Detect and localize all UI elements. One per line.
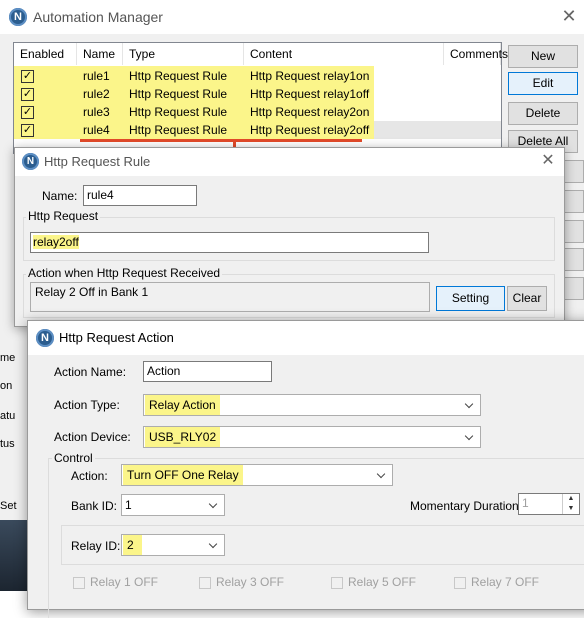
- row-name: rule1: [83, 69, 110, 83]
- close-icon[interactable]: ✕: [558, 5, 580, 27]
- action-name-input[interactable]: Action: [143, 361, 272, 382]
- table-row[interactable]: ✓ rule3 Http Request Rule Http Request r…: [14, 103, 501, 121]
- annotation-underline: [80, 139, 362, 142]
- control-group-label: Control: [52, 451, 95, 465]
- action-value: Turn OFF One Relay: [123, 465, 243, 485]
- chevron-down-icon: [464, 431, 474, 441]
- name-input[interactable]: rule4: [83, 185, 197, 206]
- row-content: Http Request relay2off: [250, 123, 370, 137]
- action-type-label: Action Type:: [54, 398, 120, 412]
- relay-id-select[interactable]: 2: [121, 534, 225, 556]
- bank-id-select[interactable]: 1: [121, 494, 225, 516]
- delete-button[interactable]: Delete: [508, 102, 578, 125]
- dialog-title-bar: N Http Request Rule ✕: [15, 148, 564, 176]
- http-request-group-label: Http Request: [26, 209, 101, 223]
- action-summary: Relay 2 Off in Bank 1: [30, 282, 430, 312]
- column-header-comments[interactable]: Comments: [444, 43, 508, 65]
- edge-label: Set: [0, 500, 17, 512]
- http-request-value: relay2off: [33, 235, 79, 249]
- bank-id-value: 1: [125, 498, 132, 512]
- edge-label: atu: [0, 410, 16, 422]
- momentary-duration-value: 1: [522, 496, 529, 510]
- relay-7-checkbox[interactable]: Relay 7 OFF: [454, 575, 539, 589]
- rules-table: Enabled Name Type Content Comments ✓ rul…: [13, 42, 508, 154]
- clear-button[interactable]: Clear: [507, 286, 547, 311]
- new-button[interactable]: New: [508, 45, 578, 68]
- app-logo-icon: N: [36, 329, 54, 347]
- table-row-selected[interactable]: ✓ rule4 Http Request Rule Http Request r…: [14, 121, 501, 139]
- relay-1-checkbox[interactable]: Relay 1 OFF: [73, 575, 158, 589]
- chevron-down-icon: [208, 499, 218, 509]
- app-logo-icon: N: [9, 8, 27, 26]
- column-header-name[interactable]: Name: [77, 43, 123, 65]
- http-request-input[interactable]: relay2off: [30, 232, 429, 253]
- column-header-enabled[interactable]: Enabled: [14, 43, 77, 65]
- action-device-select[interactable]: USB_RLY02: [143, 426, 481, 448]
- action-select[interactable]: Turn OFF One Relay: [121, 464, 393, 486]
- row-type: Http Request Rule: [129, 87, 228, 101]
- row-name: rule4: [83, 123, 110, 137]
- row-type: Http Request Rule: [129, 69, 228, 83]
- column-header-content[interactable]: Content: [244, 43, 444, 65]
- enabled-checkbox[interactable]: ✓: [21, 88, 34, 101]
- action-type-value: Relay Action: [145, 395, 220, 415]
- action-device-label: Action Device:: [54, 430, 131, 444]
- row-content: Http Request relay1on: [250, 69, 370, 83]
- edge-label: me: [0, 352, 16, 364]
- edge-label: on: [0, 380, 13, 392]
- dialog-title: Http Request Action: [59, 330, 174, 345]
- chevron-down-icon: [208, 539, 218, 549]
- edge-label: tus: [0, 438, 15, 450]
- relay-3-checkbox[interactable]: Relay 3 OFF: [199, 575, 284, 589]
- chevron-down-icon: [376, 469, 386, 479]
- enabled-checkbox[interactable]: ✓: [21, 106, 34, 119]
- row-content: Http Request relay1off: [250, 87, 370, 101]
- table-row[interactable]: ✓ rule2 Http Request Rule Http Request r…: [14, 85, 501, 103]
- bank-id-label: Bank ID:: [71, 499, 118, 513]
- chevron-down-icon: [464, 399, 474, 409]
- action-device-value: USB_RLY02: [145, 427, 221, 447]
- setting-button[interactable]: Setting: [436, 286, 505, 311]
- momentary-duration-label: Momentary Duration:: [410, 499, 523, 513]
- enabled-checkbox[interactable]: ✓: [21, 124, 34, 137]
- action-name-label: Action Name:: [54, 365, 127, 379]
- dialog-title-bar: N Http Request Action: [28, 321, 584, 355]
- relay-id-label: Relay ID:: [71, 539, 121, 553]
- close-icon[interactable]: ✕: [538, 151, 558, 171]
- row-content: Http Request relay2on: [250, 105, 370, 119]
- action-type-select[interactable]: Relay Action: [143, 394, 481, 416]
- dialog-title: Http Request Rule: [44, 154, 151, 169]
- momentary-duration-spinner[interactable]: 1 ▲ ▼: [518, 493, 580, 515]
- spinner-arrows-icon[interactable]: ▲ ▼: [562, 494, 579, 514]
- app-logo-icon: N: [22, 153, 39, 170]
- title-bar: N Automation Manager ✕: [0, 0, 584, 34]
- column-header-type[interactable]: Type: [123, 43, 244, 65]
- name-label: Name:: [42, 189, 78, 203]
- action-group-label: Action when Http Request Received: [26, 266, 223, 280]
- table-row[interactable]: ✓ rule1 Http Request Rule Http Request r…: [14, 67, 501, 85]
- edit-button[interactable]: Edit: [508, 72, 578, 95]
- row-type: Http Request Rule: [129, 105, 228, 119]
- background-image-sliver: [0, 520, 27, 591]
- enabled-checkbox[interactable]: ✓: [21, 70, 34, 83]
- http-request-action-dialog: N Http Request Action Action Name: Actio…: [27, 320, 584, 618]
- relay-5-checkbox[interactable]: Relay 5 OFF: [331, 575, 416, 589]
- http-request-rule-dialog: N Http Request Rule ✕ Name: rule4 Http R…: [14, 147, 565, 327]
- row-name: rule3: [83, 105, 110, 119]
- window-title: Automation Manager: [33, 9, 163, 25]
- relay-id-value: 2: [123, 535, 142, 555]
- row-type: Http Request Rule: [129, 123, 228, 137]
- action-label: Action:: [71, 469, 108, 483]
- row-name: rule2: [83, 87, 110, 101]
